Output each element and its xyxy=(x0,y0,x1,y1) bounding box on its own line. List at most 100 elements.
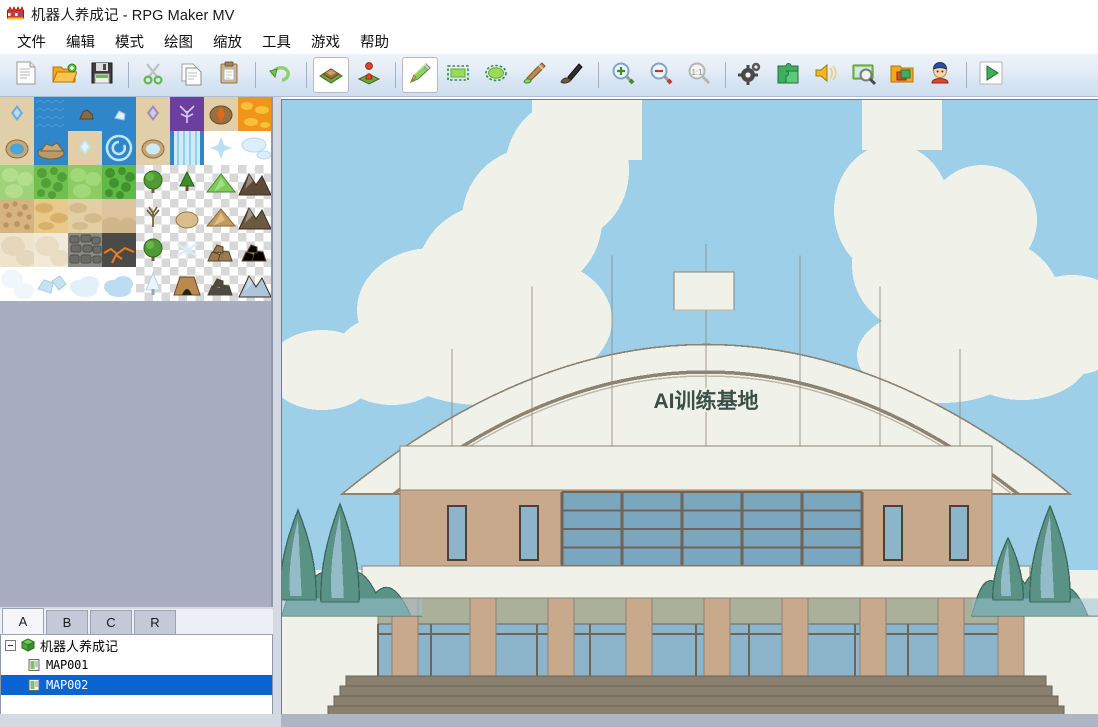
cut-button[interactable] xyxy=(135,57,171,93)
map-canvas[interactable]: AI训练基地 xyxy=(282,100,1098,714)
tile-ice-floe[interactable] xyxy=(34,267,68,301)
tile-tree-green[interactable] xyxy=(136,233,170,267)
tileset-tab-c[interactable]: C xyxy=(90,610,132,634)
pencil-tool-button[interactable] xyxy=(402,57,438,93)
new-project-button[interactable] xyxy=(8,57,44,93)
menu-game[interactable]: 游戏 xyxy=(302,29,349,54)
project-cube-icon xyxy=(21,638,35,652)
sound-test-button[interactable] xyxy=(808,57,844,93)
zoom-out-button[interactable] xyxy=(643,57,679,93)
tile-gold-rocks[interactable] xyxy=(238,233,271,267)
open-project-button[interactable] xyxy=(46,57,82,93)
tile-sand-hill[interactable] xyxy=(204,199,238,233)
ellipse-tool-button[interactable] xyxy=(478,57,514,93)
rectangle-tool-button[interactable] xyxy=(440,57,476,93)
tile-grass-medium[interactable] xyxy=(34,165,68,199)
tile-snow-tree[interactable] xyxy=(136,267,170,301)
map-tree-item-map001[interactable]: MAP001 xyxy=(1,655,272,675)
undo-button[interactable] xyxy=(262,57,298,93)
tile-tree-round[interactable] xyxy=(136,165,170,199)
tile-cave-entrance[interactable] xyxy=(170,267,204,301)
tile-sand-well[interactable] xyxy=(136,131,170,165)
tile-desert-sand[interactable] xyxy=(34,199,68,233)
tile-cloud-white[interactable] xyxy=(68,267,102,301)
flood-fill-tool-button[interactable] xyxy=(516,57,552,93)
map-mode-button[interactable] xyxy=(313,57,349,93)
tile-grid[interactable] xyxy=(0,97,271,301)
menu-file[interactable]: 文件 xyxy=(8,29,55,54)
tile-cobblestone[interactable] xyxy=(68,233,102,267)
tile-mountain-brown[interactable] xyxy=(238,199,271,233)
tile-sand-mound[interactable] xyxy=(170,199,204,233)
tile-dead-tree[interactable] xyxy=(136,199,170,233)
copy-pages-icon xyxy=(178,60,204,91)
event-mode-button[interactable] xyxy=(351,57,387,93)
event-searcher-button[interactable] xyxy=(846,57,882,93)
tile-ocean-island[interactable] xyxy=(34,131,68,165)
tile-lava[interactable] xyxy=(238,97,271,131)
map-tree-project-row[interactable]: 机器人养成记 xyxy=(1,635,272,655)
resource-manager-button[interactable] xyxy=(884,57,920,93)
tileset-tab-b[interactable]: B xyxy=(46,610,88,634)
shadow-pen-icon xyxy=(559,60,585,91)
tile-water-sparkle[interactable] xyxy=(0,97,34,131)
tile-lava-cracks[interactable] xyxy=(102,233,136,267)
tile-palette[interactable] xyxy=(0,97,273,607)
menu-mode[interactable]: 模式 xyxy=(106,29,153,54)
tile-ice-sparkle[interactable] xyxy=(204,131,238,165)
tile-grass-hill[interactable] xyxy=(204,165,238,199)
panel-splitter[interactable] xyxy=(273,97,281,727)
character-generator-button[interactable] xyxy=(922,57,958,93)
save-project-button[interactable] xyxy=(84,57,120,93)
tile-poison-swamp[interactable] xyxy=(170,97,204,131)
menu-help[interactable]: 帮助 xyxy=(351,29,398,54)
tile-pale-sand[interactable] xyxy=(0,233,34,267)
tile-lava-hole[interactable] xyxy=(204,97,238,131)
tile-ice-crystal[interactable] xyxy=(170,233,204,267)
undo-arrow-icon xyxy=(267,60,293,91)
shadow-pen-tool-button[interactable] xyxy=(554,57,590,93)
menu-zoom[interactable]: 缩放 xyxy=(204,29,251,54)
map-tree-item-map002[interactable]: MAP002 xyxy=(1,675,272,695)
zoom-in-button[interactable] xyxy=(605,57,641,93)
playtest-button[interactable] xyxy=(973,57,1009,93)
tile-sand-plain[interactable] xyxy=(68,199,102,233)
tile-dark-rocks[interactable] xyxy=(204,267,238,301)
tile-ocean-ice[interactable] xyxy=(102,97,136,131)
paste-button[interactable] xyxy=(211,57,247,93)
resource-folder-icon xyxy=(889,60,915,91)
tile-mountain-dark[interactable] xyxy=(238,165,271,199)
tile-grass-plain[interactable] xyxy=(68,165,102,199)
tile-gravel[interactable] xyxy=(0,199,34,233)
menu-draw[interactable]: 绘图 xyxy=(155,29,202,54)
tile-snow-plain[interactable] xyxy=(0,267,34,301)
tile-grass-dark[interactable] xyxy=(102,165,136,199)
tile-snow-mountain[interactable] xyxy=(238,267,271,301)
tree-expander-icon[interactable] xyxy=(5,639,16,651)
tile-grass-light[interactable] xyxy=(0,165,34,199)
menu-edit[interactable]: 编辑 xyxy=(57,29,104,54)
tile-whirlpool[interactable] xyxy=(102,131,136,165)
tile-bush-small[interactable] xyxy=(170,165,204,199)
plugin-manager-button[interactable] xyxy=(770,57,806,93)
tile-cloud-blue[interactable] xyxy=(102,267,136,301)
tile-pale-sand2[interactable] xyxy=(34,233,68,267)
menu-tools[interactable]: 工具 xyxy=(253,29,300,54)
tile-oasis-pond[interactable] xyxy=(0,131,34,165)
tileset-tab-a[interactable]: A xyxy=(2,608,44,634)
tile-deep-ocean[interactable] xyxy=(34,97,68,131)
rectangle-icon xyxy=(445,60,471,91)
zoom-actual-button[interactable]: 1:1 xyxy=(681,57,717,93)
tile-sand-gem2[interactable] xyxy=(136,97,170,131)
tile-ocean-rock[interactable] xyxy=(68,97,102,131)
tileset-tab-r[interactable]: R xyxy=(134,610,176,634)
tile-waterfall[interactable] xyxy=(170,131,204,165)
database-button[interactable] xyxy=(732,57,768,93)
tile-sand-dune[interactable] xyxy=(102,199,136,233)
tile-sand-crystal[interactable] xyxy=(68,131,102,165)
title-bar: 机器人养成记 - RPG Maker MV xyxy=(0,0,1098,28)
tile-rock-pile[interactable] xyxy=(204,233,238,267)
map-canvas-frame[interactable]: AI训练基地 xyxy=(281,99,1098,714)
copy-button[interactable] xyxy=(173,57,209,93)
tile-snow-mound[interactable] xyxy=(238,131,271,165)
